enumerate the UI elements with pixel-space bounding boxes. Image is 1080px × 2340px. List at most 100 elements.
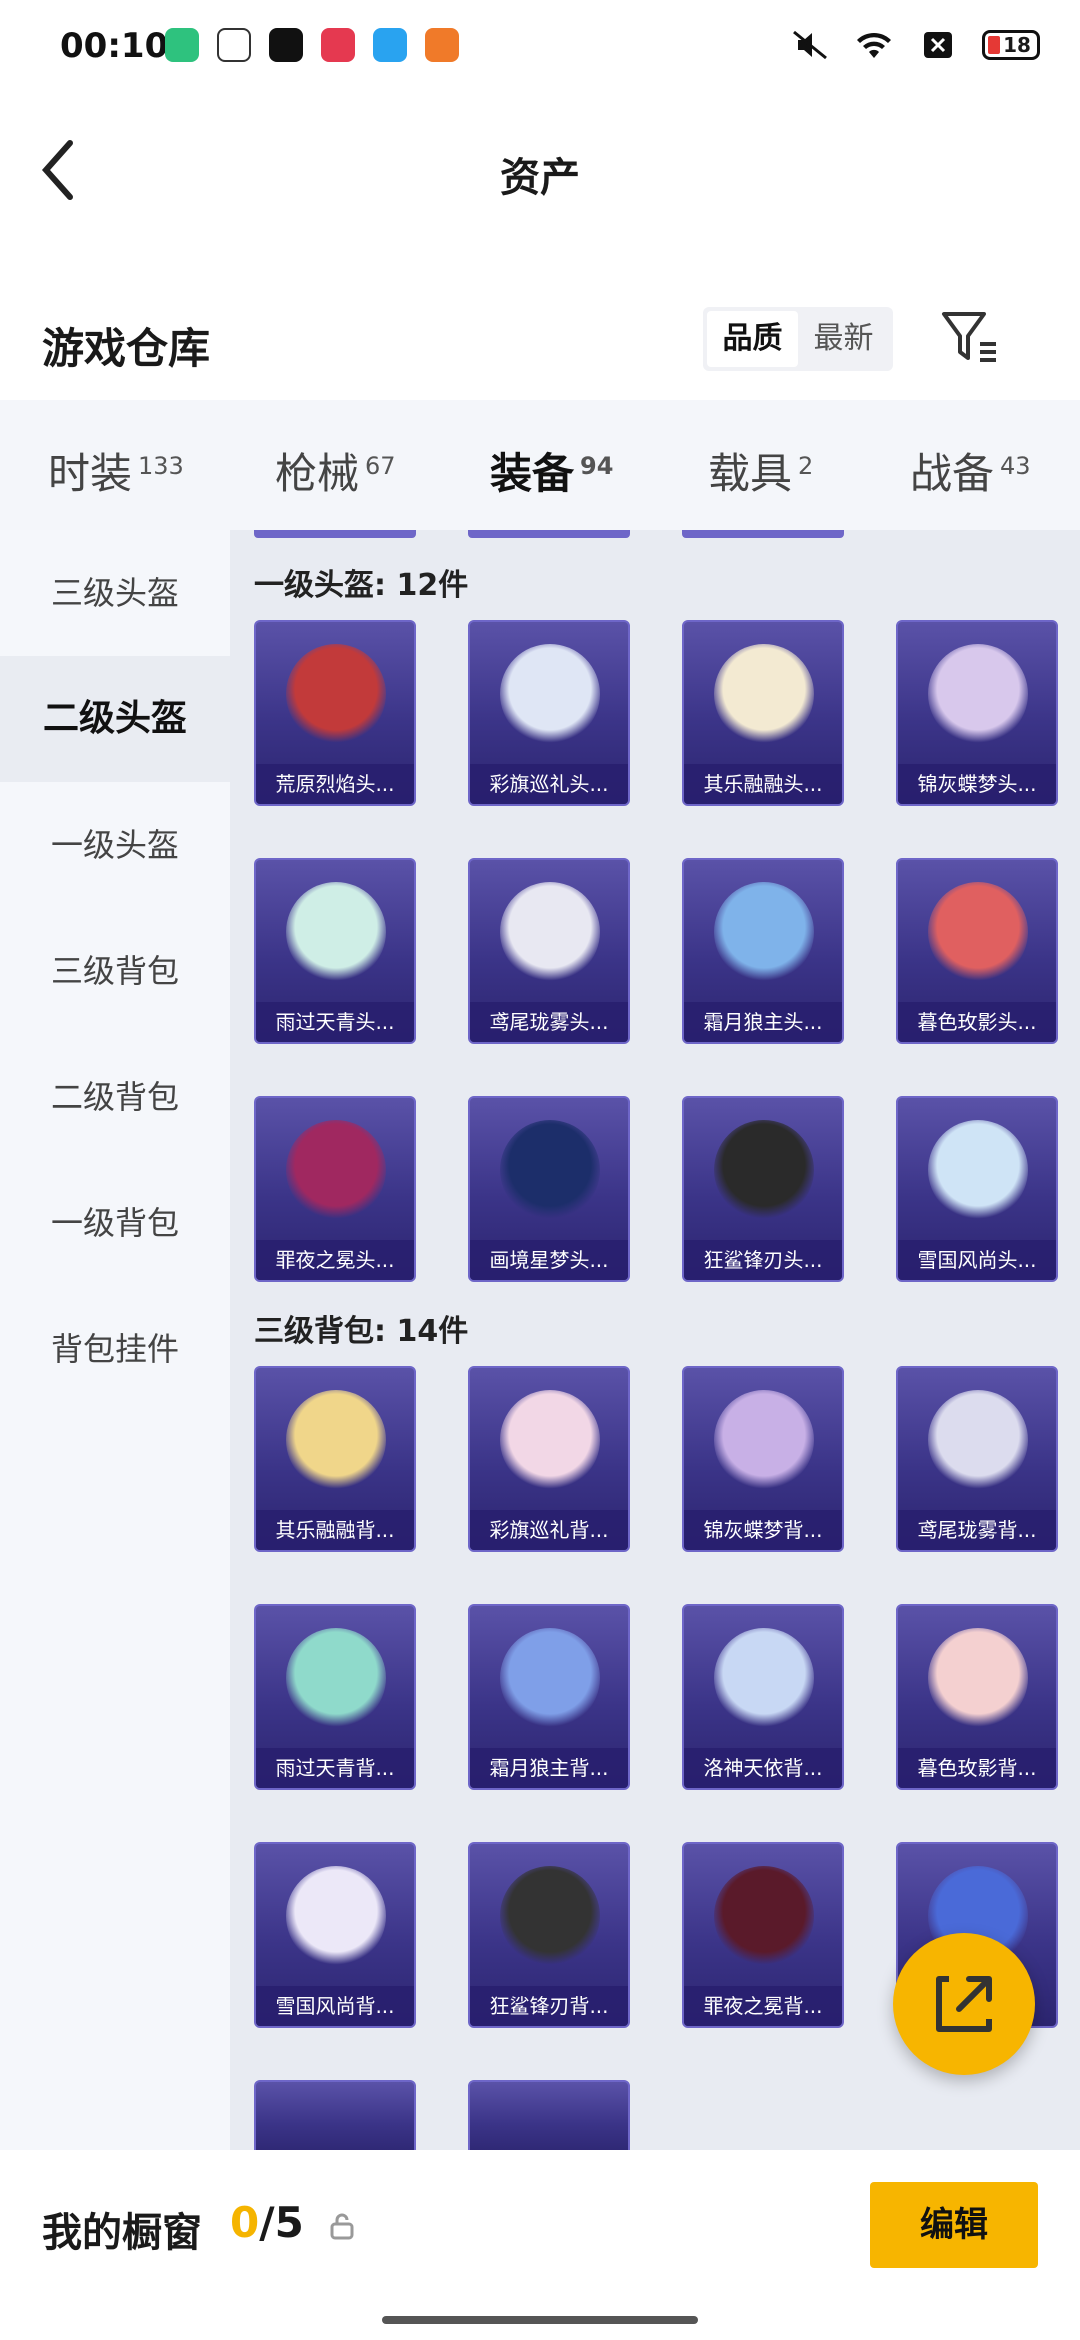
app-notification-icon [321, 28, 355, 62]
item-name: 雨过天青背... [256, 1748, 414, 1788]
app-notification-icon [425, 28, 459, 62]
item-name: 彩旗巡礼背... [470, 1510, 628, 1550]
sidebar-item-backpack-3[interactable]: 三级背包 [0, 908, 230, 1034]
tab-label: 枪械 [275, 449, 360, 498]
item-card[interactable] [254, 2080, 416, 2150]
item-card[interactable]: 鸢尾珑雾背... [896, 1366, 1058, 1552]
item-name: 锦灰蝶梦背... [684, 1510, 842, 1550]
tab-count: 2 [798, 452, 814, 480]
item-card[interactable]: 雪国风尚头... [896, 1096, 1058, 1282]
item-image [928, 644, 1028, 744]
item-image [714, 1390, 814, 1490]
item-card[interactable]: 罪夜之冕头... [254, 1096, 416, 1282]
item-name: 彩旗巡礼头... [470, 764, 628, 804]
item-name: 鸢尾珑雾头... [470, 1002, 628, 1042]
notification-icons [165, 28, 459, 62]
item-card[interactable]: 其乐融融背... [254, 1366, 416, 1552]
tab-supplies[interactable]: 战备 43 [910, 440, 1031, 501]
item-name: 其乐融融背... [256, 1510, 414, 1550]
item-image [714, 1866, 814, 1966]
category-tabs: 时装 133 枪械 67 装备 94 载具 2 战备 43 [0, 400, 1080, 546]
card-edge [468, 530, 630, 538]
bottom-bar: 我的橱窗 0/5 编辑 [0, 2150, 1080, 2300]
sidebar-item-helmet-3[interactable]: 三级头盔 [0, 530, 230, 656]
item-card[interactable]: 鸢尾珑雾头... [468, 858, 630, 1044]
share-button[interactable] [893, 1933, 1035, 2075]
item-name: 荒原烈焰头... [256, 764, 414, 804]
item-name: 罪夜之冕头... [256, 1240, 414, 1280]
item-card[interactable]: 罪夜之冕背... [682, 1842, 844, 2028]
showcase-count-current: 0 [230, 2198, 260, 2247]
tab-equipment[interactable]: 装备 94 [490, 440, 614, 546]
showcase-count: 0/5 [230, 2198, 304, 2247]
item-card[interactable]: 荒原烈焰头... [254, 620, 416, 806]
sidebar-item-helmet-2[interactable]: 二级头盔 [0, 656, 230, 782]
item-image [928, 1628, 1028, 1728]
item-card[interactable]: 锦灰蝶梦背... [682, 1366, 844, 1552]
page-title: 资产 [500, 155, 580, 201]
tab-count: 94 [580, 452, 614, 480]
sidebar-item-backpack-1[interactable]: 一级背包 [0, 1160, 230, 1286]
item-name: 雪国风尚背... [256, 1986, 414, 2026]
item-name: 狂鲨锋刃背... [470, 1986, 628, 2026]
item-image [286, 1866, 386, 1966]
item-image [500, 1390, 600, 1490]
item-card[interactable] [468, 2080, 630, 2150]
item-name: 鸢尾珑雾背... [898, 1510, 1056, 1550]
showcase-label: 我的橱窗 [42, 2210, 202, 2256]
sort-toggle[interactable]: 品质 最新 [703, 307, 893, 371]
item-image [500, 1866, 600, 1966]
item-image [500, 1628, 600, 1728]
item-card[interactable]: 暮色玫影背... [896, 1604, 1058, 1790]
item-card[interactable]: 彩旗巡礼背... [468, 1366, 630, 1552]
mute-icon [793, 30, 827, 60]
share-icon [936, 1976, 992, 2032]
item-image [286, 1390, 386, 1490]
card-edge [254, 530, 416, 538]
item-card[interactable]: 锦灰蝶梦头... [896, 620, 1058, 806]
tab-vehicles[interactable]: 载具 2 [708, 440, 813, 501]
item-name: 霜月狼主背... [470, 1748, 628, 1788]
battery-level: 18 [1003, 33, 1031, 57]
item-card[interactable]: 霜月狼主背... [468, 1604, 630, 1790]
filter-icon[interactable] [940, 308, 1000, 368]
item-name: 罪夜之冕背... [684, 1986, 842, 2026]
app-notification-icon [373, 28, 407, 62]
sidebar-item-backpack-2[interactable]: 二级背包 [0, 1034, 230, 1160]
item-card[interactable]: 狂鲨锋刃背... [468, 1842, 630, 2028]
tab-label: 载具 [708, 449, 793, 498]
item-name: 暮色玫影背... [898, 1748, 1056, 1788]
item-image [714, 1120, 814, 1220]
sidebar-item-backpack-charm[interactable]: 背包挂件 [0, 1286, 230, 1412]
item-card[interactable]: 画境星梦头... [468, 1096, 630, 1282]
item-name: 暮色玫影头... [898, 1002, 1056, 1042]
item-card[interactable]: 霜月狼主头... [682, 858, 844, 1044]
tab-label: 时装 [48, 449, 133, 498]
item-image [500, 644, 600, 744]
warehouse-title: 游戏仓库 [42, 324, 211, 373]
battery-icon: 18 [982, 30, 1040, 60]
item-image [286, 1628, 386, 1728]
item-name: 雨过天青头... [256, 1002, 414, 1042]
item-image [714, 882, 814, 982]
item-card[interactable]: 其乐融融头... [682, 620, 844, 806]
item-card[interactable]: 洛神天依背... [682, 1604, 844, 1790]
item-card[interactable]: 雨过天青背... [254, 1604, 416, 1790]
sidebar: 三级头盔 二级头盔 一级头盔 三级背包 二级背包 一级背包 背包挂件 [0, 530, 230, 2150]
sort-quality-option[interactable]: 品质 [707, 311, 798, 367]
item-name: 画境星梦头... [470, 1240, 628, 1280]
item-card[interactable]: 狂鲨锋刃头... [682, 1096, 844, 1282]
item-image [286, 882, 386, 982]
item-card[interactable]: 雨过天青头... [254, 858, 416, 1044]
edit-button[interactable]: 编辑 [870, 2182, 1038, 2268]
sidebar-item-helmet-1[interactable]: 一级头盔 [0, 782, 230, 908]
tab-guns[interactable]: 枪械 67 [275, 440, 396, 501]
item-card[interactable]: 暮色玫影头... [896, 858, 1058, 1044]
item-card[interactable]: 雪国风尚背... [254, 1842, 416, 2028]
item-card[interactable]: 彩旗巡礼头... [468, 620, 630, 806]
group-title: 一级头盔: 12件 [254, 568, 469, 603]
sort-newest-option[interactable]: 最新 [798, 311, 889, 367]
item-image [286, 644, 386, 744]
tab-count: 43 [1000, 452, 1031, 480]
tab-fashion[interactable]: 时装 133 [48, 440, 184, 501]
